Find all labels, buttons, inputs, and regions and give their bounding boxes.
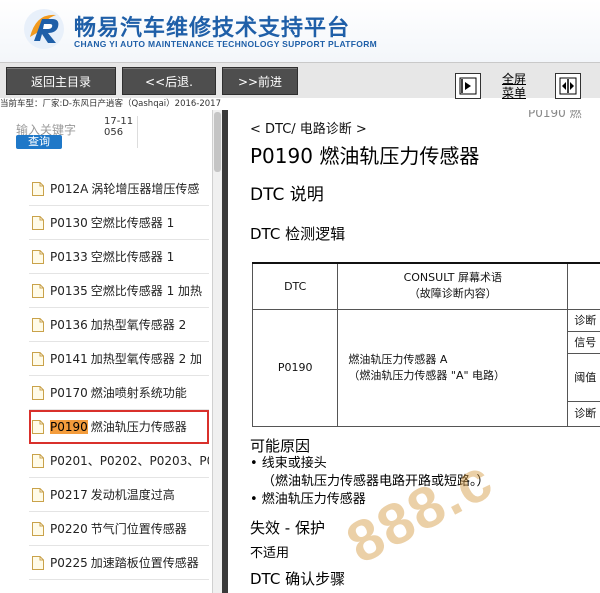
list-item[interactable]: P0201、P0202、P0203、P0 (29, 444, 209, 478)
section-detection-logic: DTC 检测逻辑 (250, 225, 346, 243)
dtc-name: 节气门位置传感器 (90, 522, 187, 536)
fullscreen-menu-link[interactable]: 全屏 菜单 (497, 72, 531, 100)
brand-title: 畅易汽车维修技术支持平台 (74, 16, 351, 41)
split-view-icon (559, 77, 577, 95)
dtc-code: P0201、P0202、P0203、P0 (50, 454, 209, 468)
table-header-consult: CONSULT 屏幕术语 （故障诊断内容） (337, 262, 569, 310)
list-item[interactable]: P0170 燃油喷射系统功能 (29, 376, 209, 410)
document-icon (32, 283, 44, 298)
consult-header-line2: （故障诊断内容） (408, 287, 497, 301)
table-cell-conditions: 诊断 信号 阈值 诊断 (567, 308, 600, 427)
list-item[interactable]: P0220 节气门位置传感器 (29, 512, 209, 546)
fullscreen-line-1: 全屏 (501, 72, 526, 86)
document-icon (32, 487, 44, 502)
condition-1: 诊断 (568, 310, 600, 332)
list-item[interactable]: P012A 涡轮增压器增压传感 (29, 172, 209, 206)
dtc-name: 涡轮增压器增压传感 (91, 182, 200, 196)
dtc-code: P0136 (50, 317, 88, 332)
section-possible-causes: 可能原因 (250, 437, 311, 455)
document-page: P0190 燃 < DTC/ 电路诊断 > P0190 燃油轨压力传感器 DTC… (228, 110, 600, 593)
dtc-name: 加速踏板位置传感器 (90, 556, 199, 570)
home-button[interactable]: 返回主目录 (6, 67, 116, 95)
collapse-panel-button[interactable] (455, 73, 481, 99)
dtc-logic-table: DTC CONSULT 屏幕术语 （故障诊断内容） P0190 燃油轨压力传感器… (251, 262, 600, 427)
panel-collapse-icon (459, 77, 477, 95)
document-icon (32, 181, 44, 196)
dtc-sidebar: 输入关键字 17-11056 查询 P012A 涡轮增压器增压传感 P0130 空燃比… (0, 110, 222, 593)
previous-page-title: P0190 燃 (528, 110, 582, 120)
dtc-name: 空燃比传感器 1 (90, 250, 175, 264)
list-item[interactable]: P0217 发动机温度过高 (29, 478, 209, 512)
document-icon (32, 419, 44, 434)
dtc-name: 加热型氧传感器 2 加 (90, 352, 203, 366)
dtc-code: P0170 (50, 385, 88, 400)
dtc-name: 发动机温度过高 (90, 488, 175, 502)
dtc-name: 燃油轨压力传感器 (90, 420, 187, 434)
condition-3: 阈值 (568, 354, 600, 402)
doc-breadcrumb: < DTC/ 电路诊断 > (250, 122, 367, 137)
dtc-code: P0220 (50, 521, 88, 536)
back-button[interactable]: <<后退. (122, 67, 216, 95)
document-icon (32, 521, 44, 536)
document-icon (32, 249, 44, 264)
list-item[interactable]: P0133 空燃比传感器 1 (29, 240, 209, 274)
table-header-condition (567, 262, 600, 310)
term-line2: （燃油轨压力传感器 "A" 电路） (348, 368, 506, 382)
document-icon (32, 317, 44, 332)
condition-4: 诊断 (574, 406, 597, 420)
app-header: 畅易汽车维修技术支持平台 CHANG YI AUTO MAINTENANCE T… (0, 0, 600, 62)
list-item[interactable]: P0225 加速踏板位置传感器 (29, 546, 209, 580)
document-icon (32, 351, 44, 366)
document-icon (32, 385, 44, 400)
forward-button[interactable]: >>前进 (222, 67, 298, 95)
dtc-name: 燃油喷射系统功能 (90, 386, 187, 400)
list-item[interactable]: P0136 加热型氧传感器 2 (29, 308, 209, 342)
term-line1: 燃油轨压力传感器 A (348, 352, 448, 366)
list-item[interactable]: P0141 加热型氧传感器 2 加 (29, 342, 209, 376)
search-input[interactable]: 17-11056 (104, 116, 138, 148)
document-icon (32, 555, 44, 570)
document-icon (32, 215, 44, 230)
dtc-name: 空燃比传感器 1 (90, 216, 175, 230)
dtc-item-selected[interactable]: P0190 燃油轨压力传感器 (29, 410, 209, 444)
table-cell-term: 燃油轨压力传感器 A （燃油轨压力传感器 "A" 电路） (337, 308, 569, 427)
fail-safe-value: 不适用 (250, 546, 290, 561)
table-cell-code: P0190 (251, 308, 339, 427)
dtc-code: P0130 (50, 215, 88, 230)
dtc-code: P012A (50, 181, 89, 196)
brand-subtitle: CHANG YI AUTO MAINTENANCE TECHNOLOGY SUP… (74, 39, 378, 49)
dtc-code: P0190 (50, 419, 88, 434)
cy-logo-icon (24, 9, 64, 49)
section-fail-safe: 失效 - 保护 (250, 519, 325, 537)
dtc-name: 加热型氧传感器 2 (90, 318, 187, 332)
table-header-dtc: DTC (251, 262, 339, 310)
dtc-code: P0141 (50, 351, 88, 366)
dtc-code: P0217 (50, 487, 88, 502)
query-button[interactable]: 查询 (16, 135, 62, 149)
section-dtc-confirmation: DTC 确认步骤 (250, 570, 346, 588)
scrollbar-thumb[interactable] (214, 112, 221, 172)
dtc-code: P0135 (50, 283, 88, 298)
split-view-button[interactable] (555, 73, 581, 99)
list-item[interactable]: P0135 空燃比传感器 1 加热 (29, 274, 209, 308)
dtc-name: 空燃比传感器 1 加热 (90, 284, 203, 298)
dtc-list: P012A 涡轮增压器增压传感 P0130 空燃比传感器 1 P0133 空燃比传感器 1… (29, 172, 209, 580)
list-item[interactable]: P0130 空燃比传感器 1 (29, 206, 209, 240)
vehicle-info: 当前车型：厂家:D-东风日产逍客（Qashqai）2016-2017 (0, 99, 221, 109)
dtc-code: P0225 (50, 555, 88, 570)
document-icon (32, 453, 44, 468)
sidebar-scrollbar[interactable] (212, 110, 222, 593)
doc-title: P0190 燃油轨压力传感器 (250, 144, 480, 168)
section-dtc-description: DTC 说明 (250, 185, 324, 205)
document-viewer[interactable]: P0190 燃 < DTC/ 电路诊断 > P0190 燃油轨压力传感器 DTC… (222, 110, 600, 593)
consult-header-line1: CONSULT 屏幕术语 (403, 271, 503, 285)
dtc-code: P0133 (50, 249, 88, 264)
condition-2: 信号 (568, 332, 600, 354)
